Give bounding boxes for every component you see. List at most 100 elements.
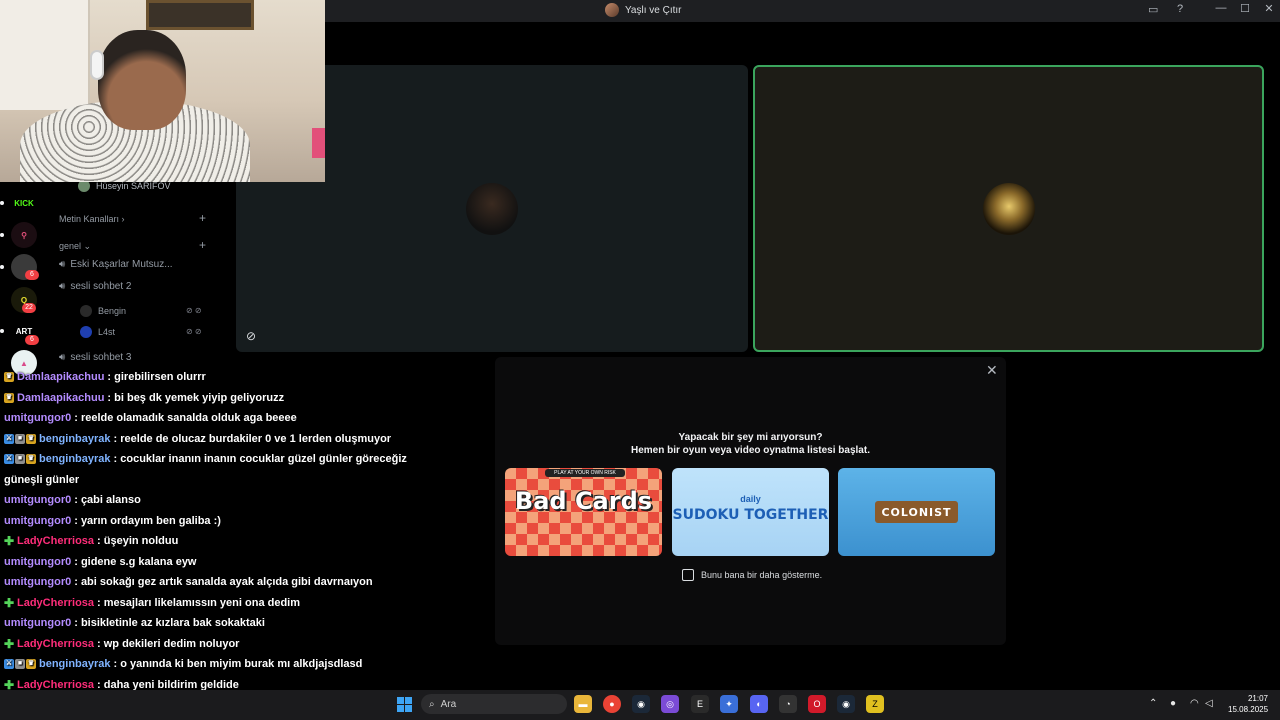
clock[interactable]: 21:07 15.08.2025 [1228,693,1268,715]
webcam-door [0,0,90,110]
clock-date: 15.08.2025 [1228,705,1269,714]
chat-text: : abi sokağı gez artık sanalda ayak alçı… [74,576,373,588]
server-kick[interactable]: KICK [11,190,37,216]
user-name: Hüseyin SARIFOV [96,181,171,191]
opera-gx-icon[interactable]: O [808,695,826,713]
window-title-text: Yaşlı ve Çıtır [625,4,682,16]
chat-text: : bi beş dk yemek yiyip geliyoruzz [107,391,285,404]
headphones-icon [90,50,104,80]
add-channel-icon[interactable]: + [199,238,206,252]
webcam-person-head [98,30,186,130]
windows-start-icon[interactable] [397,697,412,712]
category-text-channels[interactable]: Metin Kanalları › [59,214,125,224]
chat-text: : reelde olamadık sanalda olduk aga beee… [74,412,297,424]
chat-username[interactable]: Damlaapikachuu [17,371,104,383]
voice-member-l4st[interactable]: L4st [80,326,115,338]
speaker-icon: 🔊︎ [59,281,66,292]
inbox-icon[interactable]: ▭ [1148,3,1158,16]
bad-cards-logo: Bad Cards [514,487,653,515]
help-icon[interactable]: ? [1177,3,1183,15]
camera-off-icon: ⊘ [246,329,257,343]
discord-icon[interactable]: ◐ [750,695,768,713]
voice-channel-label: Eski Kaşarlar Mutsuz... [70,259,173,270]
chat-sub-badge-icon: ✚ [4,677,15,692]
category-general[interactable]: genel ⌄ [59,241,91,252]
chat-username[interactable]: LadyCherriosa [17,535,94,547]
chrome-icon[interactable]: ● [603,695,621,713]
chat-text: : girebilirsen olurrr [107,371,206,383]
sudoku-logo: SUDOKU TOGETHER [672,507,829,523]
app-icon-3[interactable]: ◔ [779,695,797,713]
wifi-icon[interactable]: ◠ [1190,698,1199,709]
chat-username[interactable]: umitgungor0 [4,412,71,424]
speaker-icon: 🔊︎ [59,259,66,270]
chat-message: ⚔ ■ ♛ benginbayrak: cocuklar inanın inanın … [4,453,407,465]
muted-deafened-icon: ⊘ ⊘ [186,327,202,336]
chat-message: umitgungor0: gidene s.g kalana eyw [4,556,197,568]
participant-avatar-1 [466,183,518,235]
tray-chevron-icon[interactable]: ⌃ [1149,698,1157,709]
minimize-button[interactable]: — [1211,2,1231,14]
activity-card-colonist[interactable]: COLONIST [838,468,995,556]
chat-message: umitgungor0: çabi alanso [4,494,141,506]
clock-time: 21:07 [1247,694,1268,703]
chat-username[interactable]: LadyCherriosa [17,638,94,650]
speaker-icon: 🔊︎ [59,352,66,363]
activity-card-bad-cards[interactable]: PLAY AT YOUR OWN RISK Bad Cards [505,468,662,556]
microphone-icon[interactable]: ● [1170,698,1176,709]
close-window-button[interactable]: ✕ [1259,2,1279,15]
chat-username[interactable]: umitgungor0 [4,576,71,588]
webcam-pink-object [312,128,325,158]
member-name: Bengin [98,306,127,316]
voice-member-bengin[interactable]: Bengin [80,305,126,317]
close-icon[interactable]: ✕ [986,362,998,379]
chat-username[interactable]: benginbayrak [39,433,111,445]
chat-username[interactable]: LadyCherriosa [17,679,94,691]
voice-channel-1[interactable]: 🔊︎ Eski Kaşarlar Mutsuz... [59,259,173,270]
chat-username[interactable]: benginbayrak [39,658,111,670]
mention-badge: 6 [25,335,39,345]
app-icon[interactable]: ◎ [661,695,679,713]
server-icon-2[interactable]: ⚲ [11,222,37,248]
member-avatar [80,326,92,338]
chat-username[interactable]: umitgungor0 [4,556,71,568]
channel-avatar [605,3,619,17]
chat-username[interactable]: umitgungor0 [4,617,71,629]
maximize-button[interactable]: ☐ [1235,2,1255,15]
search-icon: ⌕ [429,698,435,710]
app-icon-4[interactable]: Z [866,695,884,713]
chat-username[interactable]: benginbayrak [39,453,111,465]
chat-text: : bisikletinle az kızlara bak sokaktaki [74,617,265,629]
member-avatar [80,305,92,317]
chat-badges-icon: ⚔ ■ ♛ [4,659,36,669]
voice-channel-2[interactable]: 🔊︎ sesli sohbet 2 [59,281,131,292]
voice-channel-label: sesli sohbet 2 [70,281,132,292]
chat-username[interactable]: Damlaapikachuu [17,392,104,404]
chat-sub-badge-icon: ✚ [4,595,15,610]
activity-subheading: Hemen bir oyun veya video oynatma listes… [631,445,870,456]
unread-pill [0,329,4,333]
steam-icon-2[interactable]: ◉ [837,695,855,713]
dont-show-again-checkbox[interactable] [682,569,694,581]
taskbar-search[interactable]: ⌕ Ara [421,694,567,714]
app-icon-2[interactable]: ✦ [720,695,738,713]
activity-card-sudoku[interactable]: daily SUDOKU TOGETHER [672,468,829,556]
voice-channel-3[interactable]: 🔊︎ sesli sohbet 3 [59,352,131,363]
mention-badge: 6 [25,270,39,280]
add-channel-icon[interactable]: + [199,211,206,225]
epic-games-icon[interactable]: E [691,695,709,713]
webcam-overlay [0,0,325,182]
chat-message: umitgungor0: bisikletinle az kızlara bak… [4,617,265,629]
chat-username[interactable]: umitgungor0 [4,515,71,527]
chat-message: ✚ LadyCherriosa: wp dekileri dedim noluyo… [4,638,239,650]
chat-username[interactable]: umitgungor0 [4,494,71,506]
file-explorer-icon[interactable]: ▬ [574,695,592,713]
chat-sub-badge-icon: ✚ [4,534,15,548]
volume-icon[interactable]: ◁ [1205,698,1213,709]
unread-pill [0,233,4,237]
unread-pill [0,265,4,269]
steam-icon[interactable]: ◉ [632,695,650,713]
chat-message: ✚ LadyCherriosa: mesajları likelamıssın y… [4,597,300,609]
chat-username[interactable]: LadyCherriosa [17,597,94,609]
chat-message: ♛ Damlaapikachuu: bi beş dk yemek yiyip g… [4,392,284,404]
